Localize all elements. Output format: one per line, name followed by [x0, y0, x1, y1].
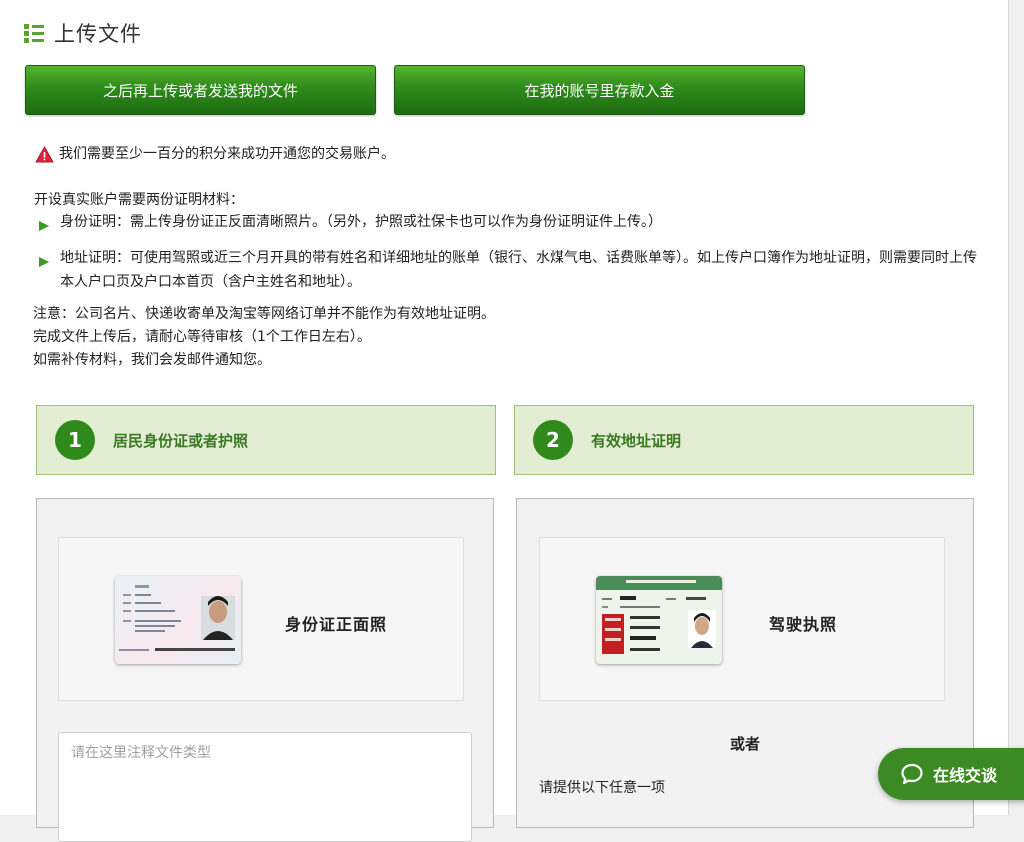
- requirement-item-identity: 身份证明：需上传身份证正反面清晰照片。（另外，护照或社保卡也可以作为身份证明证件…: [38, 210, 662, 240]
- page-header: 上传文件: [24, 18, 142, 48]
- page-title: 上传文件: [54, 22, 142, 46]
- warning-text: 我们需要至少一百分的积分来成功开通您的交易账户。: [59, 146, 395, 162]
- step-number-badge: 1: [55, 420, 95, 460]
- warning-message: 我们需要至少一百分的积分来成功开通您的交易账户。: [35, 142, 395, 166]
- step-header-identity: 1 居民身份证或者护照: [36, 405, 496, 475]
- step-label: 居民身份证或者护照: [113, 431, 249, 450]
- upload-later-button[interactable]: 之后再上传或者发送我的文件: [25, 65, 376, 115]
- file-type-note-input[interactable]: [58, 732, 472, 842]
- deposit-button[interactable]: 在我的账号里存款入金: [394, 65, 805, 115]
- step-header-address: 2 有效地址证明: [514, 405, 974, 475]
- list-icon: [24, 22, 44, 44]
- driver-license-label: 驾驶执照: [769, 615, 838, 634]
- note-line: 如需补传材料，我们会发邮件通知您。: [33, 352, 271, 368]
- notes-block: 注意：公司名片、快递收寄单及淘宝等网络订单并不能作为有效地址证明。 完成文件上传…: [33, 303, 495, 372]
- step-number-badge: 2: [533, 420, 573, 460]
- id-card-sample-image: [115, 576, 241, 664]
- note-line: 完成文件上传后，请耐心等待审核（1个工作日左右）。: [33, 329, 371, 345]
- requirement-text: 身份证明：需上传身份证正反面清晰照片。（另外，护照或社保卡也可以作为身份证明证件…: [60, 214, 662, 230]
- requirement-item-address: 地址证明：可使用驾照或近三个月开具的带有姓名和详细地址的账单（银行、水煤气电、话…: [38, 246, 978, 294]
- id-card-front-label: 身份证正面照: [285, 615, 388, 634]
- chat-bubble-icon: [901, 763, 923, 785]
- live-chat-label: 在线交谈: [933, 766, 998, 785]
- note-line: 注意：公司名片、快递收寄单及淘宝等网络订单并不能作为有效地址证明。: [33, 306, 495, 322]
- upload-panel: 上传文件 之后再上传或者发送我的文件 在我的账号里存款入金 我们需要至少一百分的…: [0, 0, 1009, 842]
- requirements-heading: 开设真实账户需要两份证明材料：: [34, 192, 244, 208]
- step-label: 有效地址证明: [591, 431, 682, 450]
- driver-license-upload-dropzone[interactable]: 驾驶执照: [539, 537, 945, 701]
- bullet-arrow-icon: [38, 210, 60, 240]
- live-chat-button[interactable]: 在线交谈: [878, 748, 1024, 800]
- requirement-text: 地址证明：可使用驾照或近三个月开具的带有姓名和详细地址的账单（银行、水煤气电、话…: [60, 250, 977, 290]
- bullet-arrow-icon: [38, 246, 60, 294]
- identity-upload-box: 身份证正面照: [36, 498, 494, 842]
- warning-icon: [35, 146, 54, 162]
- id-card-upload-dropzone[interactable]: 身份证正面照: [58, 537, 464, 701]
- provide-any-one-text: 请提供以下任意一项: [539, 780, 665, 796]
- driver-license-sample-image: [596, 576, 722, 664]
